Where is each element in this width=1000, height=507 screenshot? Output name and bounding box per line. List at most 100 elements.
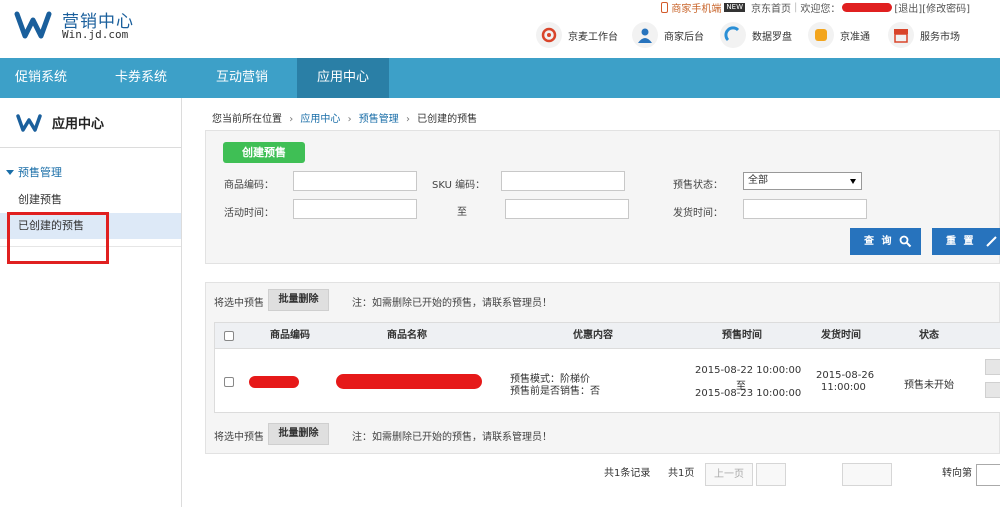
- mobile-link[interactable]: 商家手机端: [661, 0, 721, 15]
- row-checkbox[interactable]: [224, 377, 234, 387]
- create-presale-button[interactable]: 创建预售: [223, 142, 305, 163]
- nav-item-coupon[interactable]: 卡券系统: [98, 58, 184, 98]
- reset-button[interactable]: 重 置: [932, 228, 1000, 255]
- quick-link-service-market[interactable]: 服务市场: [888, 21, 960, 49]
- user-icon: [632, 22, 658, 48]
- column-header-product-code: 商品编码: [270, 330, 310, 341]
- pager-goto-label: 转向第: [942, 468, 972, 479]
- search-icon: [899, 235, 912, 248]
- presale-status-select[interactable]: 全部: [743, 172, 862, 190]
- caret-down-icon: [6, 169, 14, 175]
- nav-item-app-center[interactable]: 应用中心: [297, 58, 389, 98]
- product-code-input[interactable]: [293, 171, 417, 191]
- batch-delete-button[interactable]: 批量删除: [268, 289, 329, 311]
- pager-prev-button[interactable]: 上一页: [705, 463, 753, 486]
- pager-page-button[interactable]: [756, 463, 786, 486]
- breadcrumb-presale-management[interactable]: 预售管理: [359, 114, 399, 125]
- sidebar-group-presale[interactable]: 预售管理: [6, 164, 62, 180]
- top-links: 商家手机端 NEW 京东首页 | 欢迎您： [退出] [修改密码]: [661, 0, 970, 15]
- pager-total-pages: 共1页: [668, 468, 695, 479]
- breadcrumb-app-center[interactable]: 应用中心: [300, 114, 340, 125]
- jingzhuntong-icon: [808, 22, 834, 48]
- activity-time-label: 活动时间：: [224, 208, 274, 219]
- discount-presell-flag: 预售前是否销售：否: [510, 386, 600, 397]
- select-action-label: 将选中预售: [214, 298, 264, 309]
- column-header-status: 状态: [919, 330, 939, 341]
- column-header-presale-time: 预售时间: [722, 330, 762, 341]
- presale-status: 预售未开始: [904, 380, 954, 391]
- sidebar-title: 应用中心: [52, 117, 105, 132]
- main-nav: 促销系统 卡券系统 互动营销 应用中心: [0, 58, 1000, 98]
- column-header-ship-time: 发货时间: [821, 330, 861, 341]
- breadcrumb-prefix: 您当前所在位置: [212, 114, 282, 125]
- nav-item-interactive[interactable]: 互动营销: [196, 58, 288, 98]
- nav-item-promotion[interactable]: 促销系统: [0, 58, 82, 98]
- sidebar: 应用中心 预售管理 创建预售 已创建的预售: [0, 98, 182, 507]
- activity-to-label: 至: [457, 207, 467, 218]
- shop-icon: [888, 22, 914, 48]
- username-redacted: [842, 2, 893, 12]
- sku-code-label: SKU 编码：: [432, 180, 486, 191]
- chevron-right-icon: ›: [347, 114, 352, 125]
- search-button-label: 查 询: [864, 236, 894, 247]
- ship-time-input[interactable]: [743, 199, 867, 219]
- quick-link-label: 服务市场: [920, 31, 960, 43]
- welcome-text: 欢迎您：: [800, 3, 841, 15]
- ship-time: 11:00:00: [821, 382, 866, 393]
- presale-status-label: 预售状态：: [673, 180, 723, 191]
- search-button[interactable]: 查 询: [850, 228, 921, 255]
- quick-link-label: 京准通: [840, 31, 870, 43]
- product-code-label: 商品编码：: [224, 180, 274, 191]
- change-password-link[interactable]: [修改密码]: [922, 0, 970, 15]
- quick-link-label: 商家后台: [664, 31, 704, 43]
- highlight-annotation-box: [7, 212, 109, 264]
- jingmai-icon: [536, 22, 562, 48]
- phone-icon: [661, 1, 669, 13]
- select-action-label-bottom: 将选中预售: [214, 432, 264, 443]
- app-center-icon: [16, 113, 42, 132]
- quick-link-label: 数据罗盘: [752, 31, 792, 43]
- quick-link-jingzhuntong[interactable]: 京准通: [808, 21, 870, 49]
- pager-next-button[interactable]: [842, 463, 892, 486]
- select-all-checkbox[interactable]: [224, 331, 234, 341]
- dropdown-arrow-icon: [850, 179, 856, 184]
- activity-end-input[interactable]: [505, 199, 629, 219]
- pager-total-records: 共1条记录: [604, 468, 651, 479]
- logout-link[interactable]: [退出]: [894, 0, 922, 15]
- presale-table: 商品编码 商品名称 优惠内容 预售时间 发货时间 状态 预售模式：阶梯价 预售前…: [214, 322, 1000, 413]
- app-header: 营销中心 Win.jd.com 商家手机端 NEW 京东首页 | 欢迎您： [退…: [0, 0, 1000, 58]
- pencil-icon: [986, 236, 997, 247]
- table-header: 商品编码 商品名称 优惠内容 预售时间 发货时间 状态: [215, 323, 1000, 349]
- row-action-button[interactable]: [985, 359, 1000, 375]
- chevron-right-icon: ›: [289, 114, 294, 125]
- activity-start-input[interactable]: [293, 199, 417, 219]
- chevron-right-icon: ›: [405, 114, 410, 125]
- pager-goto-input[interactable]: [976, 464, 1000, 486]
- sidebar-item-create-presale[interactable]: 创建预售: [0, 187, 181, 213]
- delete-note-bottom: 注：如需删除已开始的预售，请联系管理员！: [352, 432, 552, 443]
- jd-logo-icon[interactable]: [14, 6, 52, 44]
- ship-date: 2015-08-26: [816, 370, 875, 381]
- presale-end-time: 2015-08-23 10:00:00: [695, 388, 802, 399]
- presale-start-time: 2015-08-22 10:00:00: [695, 365, 802, 376]
- column-header-discount: 优惠内容: [573, 330, 613, 341]
- presale-status-value: 全部: [748, 175, 768, 186]
- product-name-redacted: [336, 374, 482, 389]
- breadcrumb-current: 已创建的预售: [417, 114, 478, 125]
- quick-link-data-compass[interactable]: 数据罗盘: [720, 21, 792, 49]
- breadcrumb: 您当前所在位置 › 应用中心 › 预售管理 › 已创建的预售: [212, 110, 477, 125]
- sidebar-group-label: 预售管理: [18, 166, 62, 179]
- row-action-button[interactable]: [985, 382, 1000, 398]
- product-code-redacted: [249, 376, 299, 388]
- delete-note: 注：如需删除已开始的预售，请联系管理员！: [352, 298, 552, 309]
- quick-link-jingmai[interactable]: 京麦工作台: [536, 21, 618, 49]
- sku-code-input[interactable]: [501, 171, 625, 191]
- jd-home-link[interactable]: 京东首页: [751, 0, 791, 15]
- quick-link-merchant-backend[interactable]: 商家后台: [632, 21, 704, 49]
- ship-time-label: 发货时间：: [673, 208, 723, 219]
- new-badge: NEW: [724, 2, 745, 12]
- quick-link-label: 京麦工作台: [568, 31, 618, 43]
- mobile-link-label: 商家手机端: [671, 3, 722, 15]
- column-header-product-name: 商品名称: [387, 330, 427, 341]
- batch-delete-button-bottom[interactable]: 批量删除: [268, 423, 329, 445]
